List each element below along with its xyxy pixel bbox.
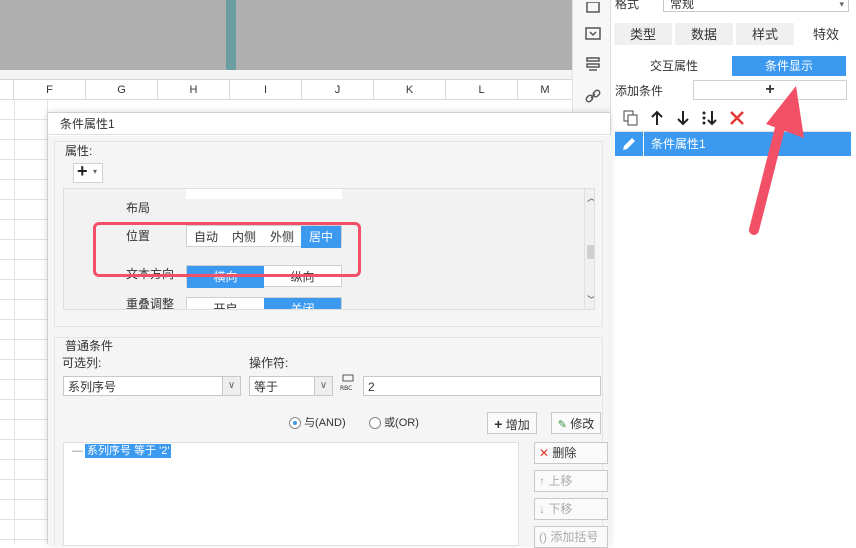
layout-control[interactable]: [186, 189, 342, 199]
format-select[interactable]: 常规 ▾: [663, 0, 849, 12]
modify-button-label: 修改: [570, 417, 595, 431]
copy-icon[interactable]: [623, 110, 639, 126]
plus-icon: +: [494, 416, 503, 432]
delete-button-label: 删除: [552, 446, 577, 460]
link-icon[interactable]: [584, 88, 602, 104]
tab-interaction[interactable]: 交互属性: [617, 56, 731, 76]
format-value: 常规: [670, 0, 695, 11]
column-header-cell: [0, 80, 14, 100]
modify-button[interactable]: ✎ 修改: [551, 412, 601, 434]
tab-condition-display[interactable]: 条件显示: [732, 56, 846, 76]
condition-item[interactable]: 系列序号 等于 '2': [85, 444, 172, 458]
tab-data[interactable]: 数据: [674, 22, 734, 46]
add-button-label: 增加: [505, 418, 530, 432]
delete-icon: ✕: [539, 446, 550, 460]
list-item-label: 条件属性1: [651, 137, 706, 151]
column-header: F G H I J K L M: [0, 80, 572, 100]
optional-column-label: 可选列:: [62, 356, 102, 370]
sheet-grid[interactable]: [0, 100, 48, 544]
chevron-down-icon: ∨: [314, 377, 332, 395]
arrow-up-icon: ↑: [539, 474, 545, 488]
optional-column-select[interactable]: 系列序号 ∨: [63, 376, 241, 396]
layers-icon[interactable]: [584, 56, 602, 72]
add-property-symbol: +: [77, 161, 88, 181]
radio-or[interactable]: 或(OR): [369, 414, 419, 432]
arrow-up-icon[interactable]: [649, 110, 665, 126]
column-header-f[interactable]: F: [14, 80, 86, 100]
column-header-h[interactable]: H: [158, 80, 230, 100]
overlap-label: 重叠调整: [126, 297, 175, 310]
optional-column-value: 系列序号: [68, 380, 117, 394]
modify-icon: ✎: [557, 419, 567, 431]
radio-and-label: 与(AND): [304, 417, 346, 429]
cell-icon[interactable]: [584, 1, 602, 18]
highlight-box: [93, 222, 361, 277]
scroll-up-icon[interactable]: ︿: [587, 191, 594, 204]
layout-label: 布局: [126, 201, 151, 215]
radio-or-circle: [369, 417, 381, 430]
grid-line: [14, 100, 15, 544]
tab-type[interactable]: 类型: [613, 22, 673, 46]
canvas-gap: [0, 70, 572, 80]
operator-value: 等于: [254, 380, 279, 394]
operator-select[interactable]: 等于 ∨: [249, 376, 333, 396]
overlap-segment: 开启 关闭: [186, 297, 342, 309]
arrow-down-icon[interactable]: [675, 110, 691, 126]
move-down-button[interactable]: ↓ 下移: [534, 498, 608, 520]
add-bracket-button[interactable]: () 添加括号: [534, 526, 608, 548]
arrow-down-icon: ↓: [539, 502, 545, 516]
condition-list: — 系列序号 等于 '2': [63, 442, 519, 546]
condition-section-label: 普通条件: [65, 339, 114, 353]
column-header-j[interactable]: J: [302, 80, 374, 100]
tab-style[interactable]: 样式: [735, 22, 795, 46]
overlap-on[interactable]: 开启: [187, 298, 264, 309]
value-input[interactable]: 2: [363, 376, 601, 396]
scrollbar[interactable]: ︿ ﹀: [584, 189, 594, 309]
annotation-arrow: [749, 86, 804, 235]
svg-text:RBC: RBC: [340, 385, 352, 392]
bracket-icon: (): [539, 530, 547, 544]
condition-tree-line: —: [72, 445, 83, 457]
dialog-title: 条件属性1: [48, 113, 611, 135]
column-header-i[interactable]: I: [230, 80, 302, 100]
chevron-down-icon: ▾: [93, 167, 98, 176]
canvas-bar: [226, 0, 236, 70]
formula-type-icon[interactable]: RBC: [339, 374, 359, 394]
radio-and-circle: [289, 417, 301, 430]
move-bottom-icon[interactable]: [701, 110, 719, 126]
add-property-button[interactable]: + ▾: [73, 161, 103, 183]
operator-label: 操作符:: [249, 356, 289, 370]
divider: [643, 132, 644, 156]
column-header-l[interactable]: L: [446, 80, 518, 100]
radio-and[interactable]: 与(AND): [289, 414, 346, 432]
value-input-text: 2: [368, 380, 375, 394]
column-header-k[interactable]: K: [374, 80, 446, 100]
add-bracket-button-label: 添加括号: [550, 530, 599, 544]
overlap-off[interactable]: 关闭: [264, 298, 341, 309]
add-button[interactable]: + 增加: [487, 412, 537, 434]
condition-dialog: 条件属性1 属性: + ▾ 布局 位置 自动 内侧 外侧 居中 文本方向 横向 …: [47, 112, 611, 548]
move-down-button-label: 下移: [548, 502, 573, 516]
move-up-button-label: 上移: [548, 474, 573, 488]
format-label: 格式: [615, 0, 640, 11]
move-up-button[interactable]: ↑ 上移: [534, 470, 608, 492]
chevron-down-icon: ∨: [222, 377, 240, 395]
property-section-label: 属性:: [65, 144, 93, 158]
condition-section: 普通条件 可选列: 操作符: 系列序号 ∨ 等于 ∨ RBC 2 与(AND): [54, 337, 608, 548]
tab-effects[interactable]: 特效: [796, 22, 856, 46]
dialog-body: 属性: + ▾ 布局 位置 自动 内侧 外侧 居中 文本方向 横向 纵向 重叠调…: [48, 136, 611, 548]
scroll-down-icon[interactable]: ﹀: [587, 293, 594, 306]
edit-icon[interactable]: [621, 136, 637, 152]
chevron-down-icon: ▾: [839, 0, 844, 9]
report-canvas: [0, 0, 572, 70]
column-header-m[interactable]: M: [518, 80, 572, 100]
radio-or-label: 或(OR): [384, 417, 419, 429]
widget-icon[interactable]: [584, 26, 602, 42]
scroll-thumb[interactable]: [587, 245, 594, 259]
add-condition-label: 添加条件: [615, 84, 664, 98]
column-header-g[interactable]: G: [86, 80, 158, 100]
delete-button[interactable]: ✕ 删除: [534, 442, 608, 464]
